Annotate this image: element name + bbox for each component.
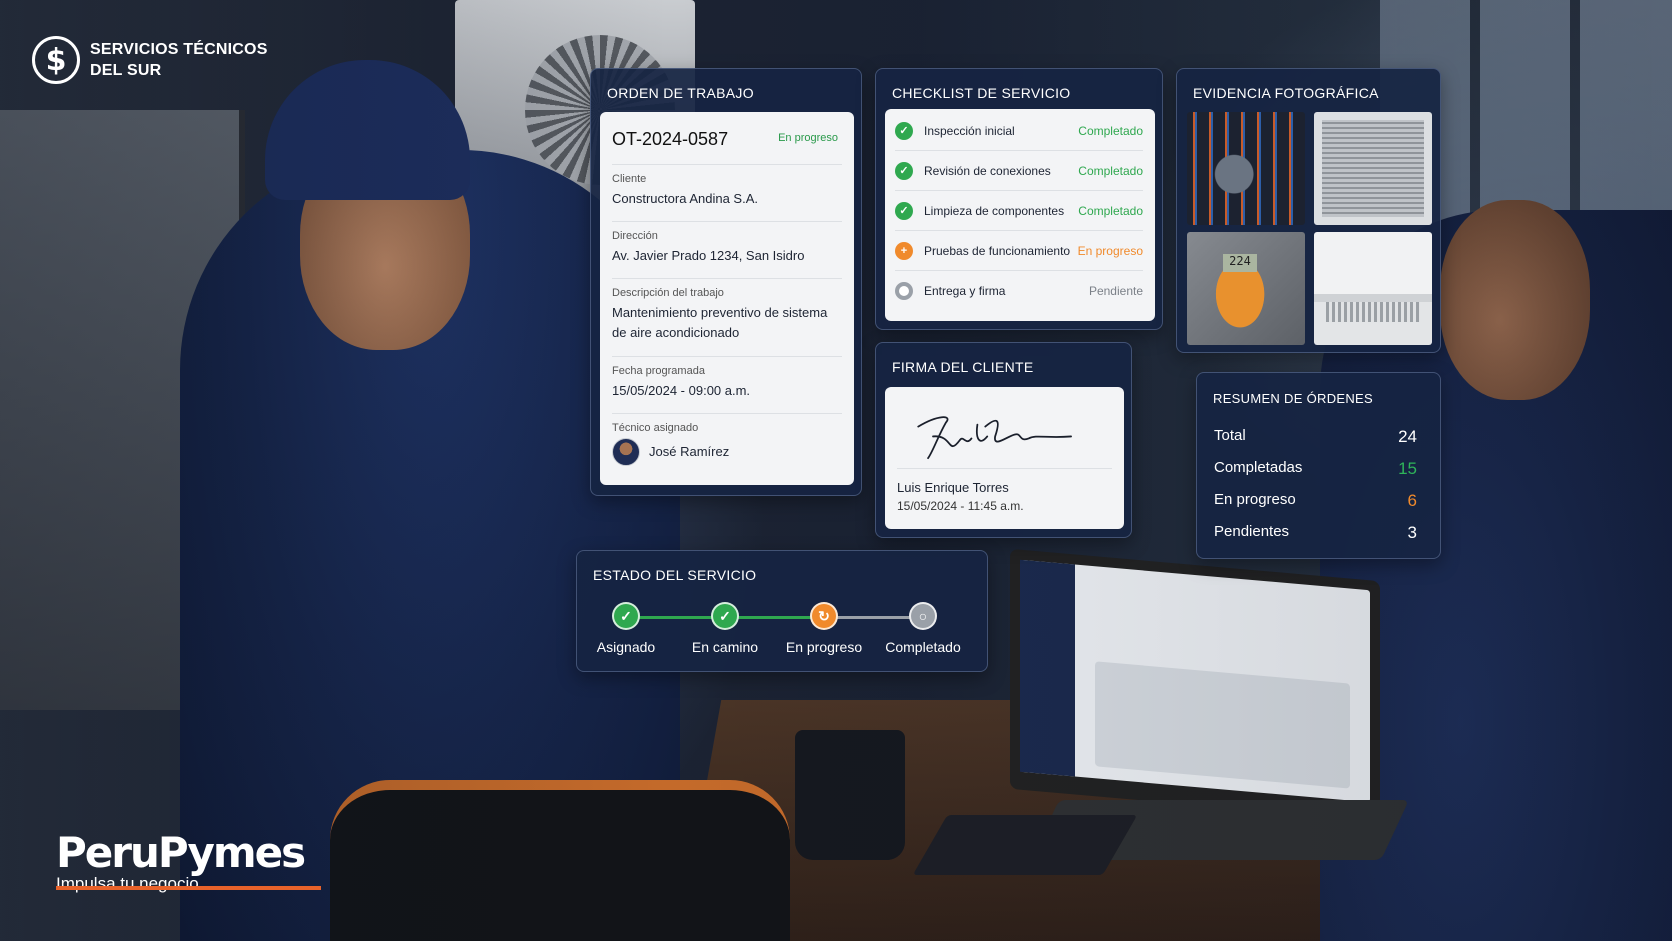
status-step-done-icon: ✓ bbox=[612, 602, 640, 630]
field-client: Cliente Constructora Andina S.A. bbox=[612, 164, 842, 209]
checklist-card: CHECKLIST DE SERVICIO ✓ Inspección inicia… bbox=[875, 68, 1163, 330]
photo-thumbnail[interactable] bbox=[1314, 232, 1432, 345]
company-name-line1: SERVICIOS TÉCNICOS bbox=[90, 41, 268, 58]
company-name: SERVICIOS TÉCNICOS DEL SUR bbox=[90, 39, 268, 81]
technician-name: José Ramírez bbox=[649, 444, 730, 459]
checklist-item-label: Entrega y firma bbox=[924, 284, 1006, 298]
avatar bbox=[612, 438, 640, 466]
work-order-code: OT-2024-0587 bbox=[612, 129, 729, 149]
pending-icon bbox=[895, 282, 913, 300]
technician-row: José Ramírez bbox=[612, 438, 842, 466]
signature-card: FIRMA DEL CLIENTE Luis Enrique Torres 15… bbox=[875, 342, 1132, 538]
field-value: Av. Javier Prado 1234, San Isidro bbox=[612, 248, 805, 263]
status-step-label: En progreso bbox=[785, 639, 863, 655]
checklist-item-label: Limpieza de componentes bbox=[924, 203, 1065, 218]
field-label: Descripción del trabajo bbox=[612, 287, 724, 299]
dollar-logo-icon: $ bbox=[32, 36, 80, 84]
photo-thumbnail[interactable] bbox=[1187, 112, 1305, 225]
checklist-item[interactable]: ✓ Inspección inicial Completado bbox=[895, 111, 1143, 151]
service-status-card: ESTADO DEL SERVICIO ✓ Asignado ✓ En camino ↻… bbox=[576, 550, 988, 672]
summary-value: 24 bbox=[1398, 427, 1417, 446]
field-value: Mantenimiento preventivo de sistema de a… bbox=[612, 305, 828, 340]
summary-row: Pendientes 3 bbox=[1214, 523, 1417, 543]
status-step-label: Completado bbox=[885, 639, 961, 655]
field-value: 15/05/2024 - 09:00 a.m. bbox=[612, 383, 751, 398]
checklist-item[interactable]: Entrega y firma Pendiente bbox=[895, 271, 1143, 311]
checklist-item-status: Completado bbox=[1078, 163, 1143, 178]
company-name-line2: DEL SUR bbox=[90, 62, 162, 79]
photo-thumbnail[interactable] bbox=[1314, 112, 1432, 225]
summary-label: En progreso bbox=[1214, 491, 1296, 508]
field-label: Dirección bbox=[612, 230, 658, 242]
checklist-list: ✓ Inspección inicial Completado ✓ Revisión d… bbox=[885, 109, 1155, 321]
photo-evidence-card: EVIDENCIA FOTOGRÁFICA bbox=[1176, 68, 1441, 353]
progress-icon: + bbox=[895, 241, 913, 260]
photo-evidence-title: EVIDENCIA FOTOGRÁFICA bbox=[1193, 85, 1379, 101]
perupymes-tagline: Impulsa tu negocio bbox=[56, 874, 199, 893]
summary-label: Pendientes bbox=[1214, 523, 1290, 540]
summary-value: 15 bbox=[1398, 459, 1417, 478]
checklist-item-status: Pendiente bbox=[1088, 284, 1143, 298]
signature-body: Luis Enrique Torres 15/05/2024 - 11:45 a… bbox=[885, 387, 1124, 529]
checklist-item-label: Revisión de conexiones bbox=[924, 163, 1051, 178]
work-order-body: OT-2024-0587 En progreso Cliente Constru… bbox=[600, 112, 854, 485]
work-order-card: ORDEN DE TRABAJO OT-2024-0587 En progres… bbox=[590, 68, 862, 496]
summary-row: Total 24 bbox=[1214, 427, 1417, 447]
orders-summary-card: RESUMEN DE ÓRDENES Total 24 Completadas 15… bbox=[1196, 372, 1441, 559]
perupymes-underline bbox=[56, 886, 321, 890]
checklist-item-label: Inspección inicial bbox=[924, 123, 1015, 138]
checklist-item-status: Completado bbox=[1078, 123, 1143, 138]
field-value: Constructora Andina S.A. bbox=[612, 191, 758, 206]
perupymes-name: PeruPymes bbox=[56, 828, 306, 877]
summary-value: 6 bbox=[1407, 491, 1417, 510]
checklist-title: CHECKLIST DE SERVICIO bbox=[892, 85, 1071, 101]
service-status-title: ESTADO DEL SERVICIO bbox=[593, 567, 757, 583]
checklist-item[interactable]: ✓ Limpieza de componentes Completado bbox=[895, 191, 1143, 231]
field-address: Dirección Av. Javier Prado 1234, San Isi… bbox=[612, 221, 842, 266]
field-description: Descripción del trabajo Mantenimiento pr… bbox=[612, 278, 842, 343]
check-icon: ✓ bbox=[895, 121, 913, 140]
work-order-status: En progreso bbox=[778, 132, 838, 144]
field-label: Fecha programada bbox=[612, 365, 705, 377]
field-label: Cliente bbox=[612, 173, 647, 185]
signature-image bbox=[897, 416, 1112, 469]
field-label: Técnico asignado bbox=[612, 422, 699, 434]
checklist-item[interactable]: ✓ Revisión de conexiones Completado bbox=[895, 151, 1143, 191]
checklist-item-status: En progreso bbox=[1077, 243, 1143, 258]
status-step-done-icon: ✓ bbox=[711, 602, 739, 630]
perupymes-logo: PeruPymes Impulsa tu negocio bbox=[56, 828, 321, 893]
status-step-label: En camino bbox=[691, 639, 759, 655]
status-step-progress-icon: ↻ bbox=[810, 602, 838, 630]
status-step-pending-icon: ○ bbox=[909, 602, 937, 630]
summary-label: Total bbox=[1214, 427, 1246, 444]
photo-thumbnail[interactable] bbox=[1187, 232, 1305, 345]
work-order-title: ORDEN DE TRABAJO bbox=[607, 85, 754, 101]
summary-row: Completadas 15 bbox=[1214, 459, 1417, 479]
status-track bbox=[626, 616, 923, 619]
checklist-item[interactable]: + Pruebas de funcionamiento En progreso bbox=[895, 231, 1143, 271]
check-icon: ✓ bbox=[895, 201, 913, 220]
signature-datetime: 15/05/2024 - 11:45 a.m. bbox=[897, 499, 1024, 513]
summary-value: 3 bbox=[1407, 523, 1417, 542]
signer-name: Luis Enrique Torres bbox=[897, 480, 1009, 495]
summary-row: En progreso 6 bbox=[1214, 491, 1417, 511]
checklist-item-label: Pruebas de funcionamiento bbox=[924, 243, 1071, 258]
field-date: Fecha programada 15/05/2024 - 09:00 a.m. bbox=[612, 356, 842, 401]
checklist-item-status: Completado bbox=[1078, 203, 1143, 218]
field-technician: Técnico asignado José Ramírez bbox=[612, 413, 842, 466]
signature-title: FIRMA DEL CLIENTE bbox=[892, 359, 1034, 375]
company-logo: $ SERVICIOS TÉCNICOS DEL SUR bbox=[32, 36, 268, 84]
status-step-label: Asignado bbox=[596, 639, 656, 655]
summary-label: Completadas bbox=[1214, 459, 1303, 476]
orders-summary-title: RESUMEN DE ÓRDENES bbox=[1213, 391, 1373, 406]
check-icon: ✓ bbox=[895, 161, 913, 180]
